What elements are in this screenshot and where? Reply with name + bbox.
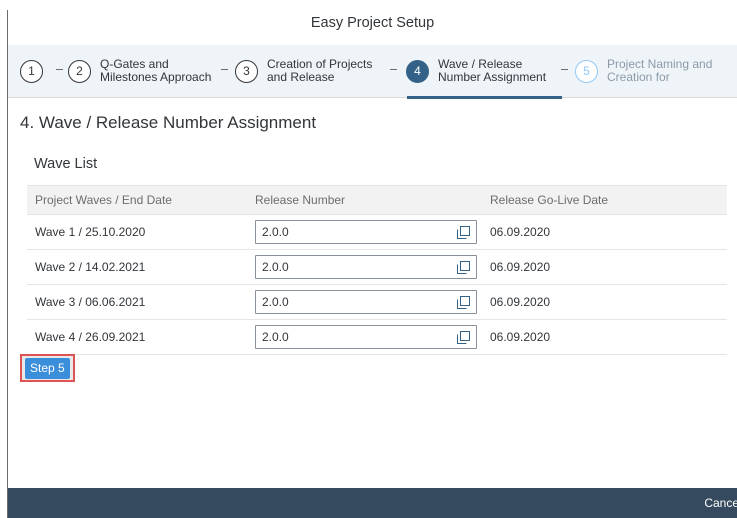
value-help-icon[interactable]: [457, 260, 470, 274]
step-label: Creation of Projects and Release: [267, 57, 373, 84]
step-label: Wave / Release Number Assignment: [438, 57, 547, 84]
wave-cell: Wave 2 / 14.02.2021: [35, 260, 146, 274]
step-separator: [561, 69, 568, 70]
release-cell: 2.0.0: [255, 220, 490, 244]
go-live-cell: 06.09.2020: [490, 260, 551, 274]
table-header: Project Waves / End Date Release Number …: [27, 185, 727, 215]
wizard-step-4[interactable]: 4 Wave / Release Number Assignment: [406, 56, 546, 86]
wave-cell: Wave 3 / 06.06.2021: [35, 295, 146, 309]
step-separator: [221, 69, 228, 70]
step-5-button-label: Step 5: [25, 357, 70, 379]
step-separator: [390, 69, 397, 70]
step-number-circle: 5: [575, 59, 598, 83]
dialog-header: Easy Project Setup: [8, 0, 737, 45]
step-label: Q-Gates and Milestones Approach: [100, 57, 212, 84]
table-row: Wave 1 / 25.10.2020 2.0.0 06.09.2020: [27, 215, 727, 250]
cancel-button[interactable]: Cance: [704, 496, 737, 510]
wizard-step-3[interactable]: 3 Creation of Projects and Release: [235, 56, 372, 86]
wizard-content: 4. Wave / Release Number Assignment Wave…: [8, 99, 737, 488]
step-number-circle: 3: [235, 59, 258, 83]
column-header-waves: Project Waves / End Date: [35, 193, 172, 207]
step-number-circle: 1: [20, 59, 43, 83]
value-help-icon[interactable]: [457, 295, 470, 309]
section-title: Wave List: [34, 156, 98, 172]
go-live-cell: 06.09.2020: [490, 225, 551, 239]
release-cell: 2.0.0: [255, 290, 490, 314]
wave-list-table: Project Waves / End Date Release Number …: [27, 185, 727, 355]
step-number-circle: 4: [406, 59, 429, 83]
release-number-input[interactable]: 2.0.0: [255, 290, 477, 314]
value-help-icon[interactable]: [457, 330, 470, 344]
go-live-cell: 06.09.2020: [490, 295, 551, 309]
step-label: Project Naming and Creation for: [607, 57, 713, 84]
wizard-step-1[interactable]: 1: [20, 56, 43, 86]
value-help-icon[interactable]: [457, 225, 470, 239]
wave-cell: Wave 1 / 25.10.2020: [35, 225, 146, 239]
go-live-cell: 06.09.2020: [490, 330, 551, 344]
step-5-button[interactable]: Step 5: [20, 354, 75, 382]
step-separator: [56, 69, 63, 70]
dialog-footer: Cance: [8, 488, 737, 518]
dialog-title: Easy Project Setup: [310, 14, 435, 31]
release-number-value: 2.0.0: [262, 330, 289, 344]
release-number-value: 2.0.0: [262, 260, 289, 274]
wizard-progress-bar: 1 2 Q-Gates and Milestones Approach 3 Cr…: [8, 45, 737, 98]
release-number-input[interactable]: 2.0.0: [255, 255, 477, 279]
page-title: 4. Wave / Release Number Assignment: [20, 113, 317, 132]
table-row: Wave 2 / 14.02.2021 2.0.0 06.09.2020: [27, 250, 727, 285]
table-row: Wave 4 / 26.09.2021 2.0.0 06.09.2020: [27, 320, 727, 355]
wave-cell: Wave 4 / 26.09.2021: [35, 330, 146, 344]
release-cell: 2.0.0: [255, 325, 490, 349]
release-number-value: 2.0.0: [262, 225, 289, 239]
release-number-value: 2.0.0: [262, 295, 289, 309]
release-cell: 2.0.0: [255, 255, 490, 279]
wizard-step-2[interactable]: 2 Q-Gates and Milestones Approach: [68, 56, 211, 86]
step-number-circle: 2: [68, 59, 91, 83]
wizard-step-5[interactable]: 5 Project Naming and Creation for: [575, 56, 712, 86]
table-row: Wave 3 / 06.06.2021 2.0.0 06.09.2020: [27, 285, 727, 320]
release-number-input[interactable]: 2.0.0: [255, 220, 477, 244]
release-number-input[interactable]: 2.0.0: [255, 325, 477, 349]
column-header-go-live-date: Release Go-Live Date: [490, 193, 609, 207]
column-header-release-number: Release Number: [255, 193, 346, 207]
